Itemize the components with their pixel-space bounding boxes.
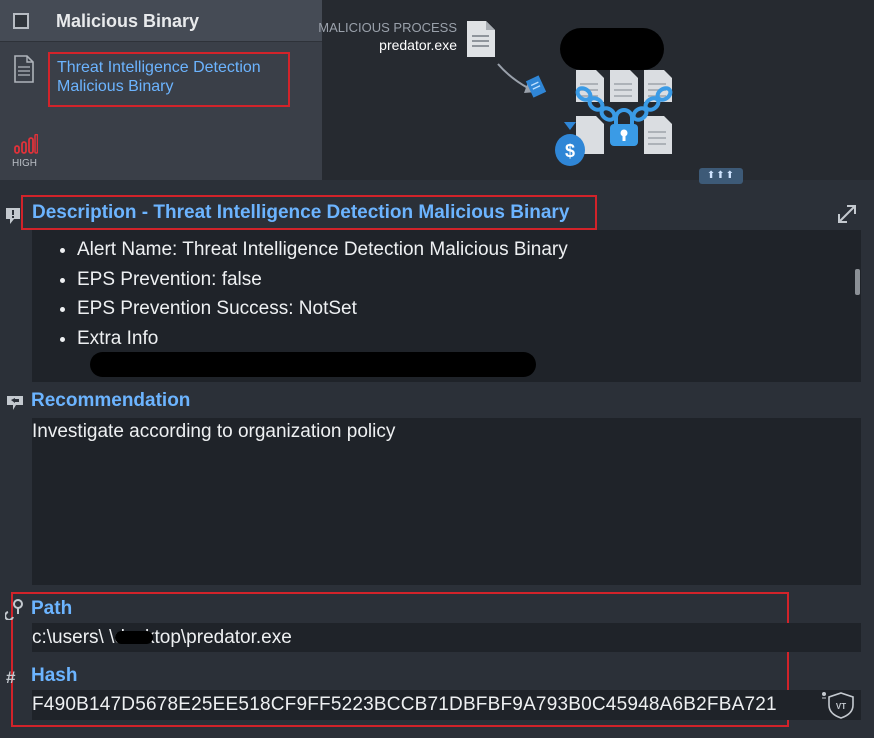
process-label: MALICIOUS PROCESS (318, 20, 457, 35)
expand-arrows-icon[interactable] (836, 203, 858, 225)
info-flag-icon (6, 208, 20, 224)
select-checkbox[interactable] (13, 13, 29, 29)
recommendation-text: Investigate according to organization po… (32, 421, 396, 442)
recommendation-panel (32, 418, 861, 585)
hash-title: Hash (31, 665, 78, 686)
list-item: Extra Info (77, 325, 568, 355)
file-icon (467, 21, 495, 57)
detection-name-link[interactable]: Threat Intelligence Detection (57, 59, 261, 77)
svg-text:VT: VT (836, 702, 846, 711)
severity-label: HIGH (12, 158, 37, 169)
hash-value: F490B147D5678E25EE518CF9FF5223BCCB71DBFB… (32, 694, 777, 715)
hash-icon: # (6, 668, 16, 687)
detection-type-link[interactable]: Malicious Binary (57, 78, 173, 96)
alert-title: Malicious Binary (56, 11, 200, 31)
link-icon (5, 599, 23, 620)
expand-details-tab[interactable]: ⬆⬆⬆ (699, 168, 743, 184)
svg-text:$: $ (565, 141, 575, 161)
list-item: EPS Prevention Success: NotSet (77, 295, 568, 325)
recommendation-icon (7, 396, 23, 410)
path-title: Path (31, 598, 73, 619)
description-list: Alert Name: Threat Intelligence Detectio… (45, 236, 568, 354)
redaction-mark (115, 631, 153, 644)
description-scrollbar[interactable] (855, 269, 860, 295)
list-item: Alert Name: Threat Intelligence Detectio… (77, 236, 568, 266)
recommendation-title: Recommendation (31, 390, 191, 411)
description-title: Description - Threat Intelligence Detect… (32, 202, 570, 223)
redaction-mark (90, 352, 536, 377)
ransomware-illustration-icon: $ (497, 63, 673, 166)
list-item: EPS Prevention: false (77, 266, 568, 296)
document-icon (14, 55, 34, 83)
path-value: c:\users\ \desktop\predator.exe (32, 627, 292, 648)
signal-bars-icon (14, 134, 38, 154)
virustotal-shield-icon[interactable]: VT (820, 690, 858, 720)
process-name: predator.exe (379, 37, 457, 53)
